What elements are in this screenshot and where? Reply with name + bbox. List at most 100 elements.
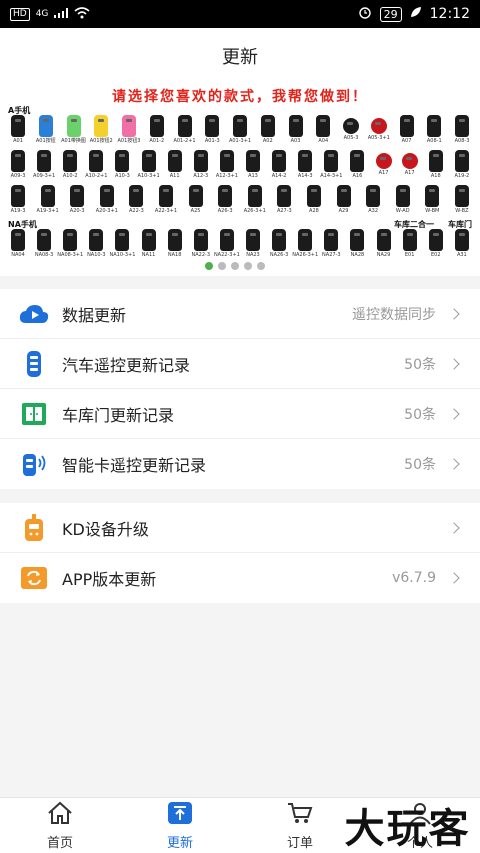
key-fob-icon (272, 150, 287, 172)
key-fob-caption: A05-3+1 (367, 135, 390, 141)
list-item-data-update[interactable]: 数据更新 遥控数据同步 (0, 289, 480, 339)
key-fob-caption: A31 (456, 252, 467, 258)
key-fob-caption: NA22-3+1 (213, 252, 240, 258)
key-fob-item: A26-3 (215, 185, 235, 217)
key-fob-item: NA18 (165, 229, 185, 261)
key-fob-icon (11, 185, 25, 207)
key-fob-item: A09-3+1 (33, 150, 55, 182)
key-fob-icon (188, 185, 203, 207)
key-fob-caption: A17 (404, 170, 415, 176)
key-fob-icon (245, 229, 260, 251)
key-fob-icon (245, 150, 260, 172)
key-fob-icon (129, 185, 144, 207)
key-fob-icon (219, 229, 234, 251)
tab-home[interactable]: 首页 (0, 798, 120, 853)
carousel-dot[interactable] (205, 262, 213, 270)
key-fob-icon (70, 185, 85, 207)
key-fob-icon (247, 185, 262, 207)
hd-indicator: HD (10, 7, 30, 21)
chevron-right-icon (448, 407, 460, 420)
battery-level: 29 (379, 6, 402, 22)
key-fob-icon (167, 150, 182, 172)
key-fob-icon (350, 150, 365, 172)
key-fob-icon (89, 229, 104, 251)
item-label: APP版本更新 (62, 570, 157, 589)
wifi-icon (74, 6, 90, 22)
key-fob-caption: A26-3+1 (243, 208, 266, 214)
key-fob-caption: A03 (290, 138, 301, 144)
key-fob-item: NA29 (374, 229, 394, 261)
key-fob-item: A19-2 (452, 150, 472, 182)
key-fob-caption: NA29 (376, 252, 391, 258)
key-fob-item: A20-3+1 (96, 185, 118, 217)
key-fob-icon (316, 115, 331, 137)
item-label: 数据更新 (62, 305, 127, 325)
key-fob-icon (11, 229, 25, 251)
carousel-indicator (205, 262, 265, 270)
key-fob-caption: A11 (169, 173, 180, 179)
banner-carousel[interactable]: 请选择您喜欢的款式，我帮您做到！ A手机 A01 A01按钮 A01带换图 A01按钮… (0, 84, 480, 276)
key-fob-icon (350, 229, 365, 251)
list-item-smart-card-records[interactable]: 智能卡遥控更新记录 50条 (0, 439, 480, 489)
key-fob-item: A05-3+1 (367, 115, 390, 147)
key-fob-item: A10-3 (112, 150, 132, 182)
key-fob-caption: A01-3 (204, 138, 220, 144)
list-item-kd-upgrade[interactable]: KD设备升级 (0, 503, 480, 553)
key-fob-item: A05-3 (341, 115, 361, 147)
network-type: 4G (35, 9, 49, 19)
key-fob-item: W-BM (422, 185, 442, 217)
list-item-app-update[interactable]: APP版本更新 v6.7.9 (0, 553, 480, 603)
key-fob-item: A14-3+1 (320, 150, 343, 182)
key-fob-item: A14-2 (269, 150, 289, 182)
banner-row: A19-3 A19-3+1 A20-3 A20-3+1 A22-3 A22-3+1 A25 A… (8, 185, 472, 217)
chevron-right-icon (448, 572, 460, 584)
item-value: v6.7.9 (392, 570, 436, 586)
key-fob-caption: E02 (430, 252, 441, 258)
key-fob-item: A04 (313, 115, 333, 147)
key-fob-icon (376, 229, 391, 251)
alarm-icon (358, 5, 372, 23)
key-fob-item: A11 (165, 150, 185, 182)
key-fob-icon (288, 115, 303, 137)
banner-row: NA04 NA08-3 NA08-3+1 NA10-3 NA10-3+1 NA11 NA18… (8, 229, 472, 261)
list-item-garage-door-records[interactable]: 车库门更新记录 50条 (0, 389, 480, 439)
carousel-dot[interactable] (257, 262, 265, 270)
key-fob-caption: A08-1 (426, 138, 442, 144)
item-label: 智能卡遥控更新记录 (62, 456, 207, 475)
key-fob-caption: NA26-3+1 (292, 252, 319, 258)
tab-update[interactable]: 更新 (120, 798, 240, 853)
key-fob-item: A10-2+1 (85, 150, 107, 182)
key-fob-caption: A19-3+1 (36, 208, 59, 214)
key-fob-caption: NA04 (11, 252, 25, 258)
key-fob-icon (193, 150, 208, 172)
carousel-dot[interactable] (231, 262, 239, 270)
carousel-dot[interactable] (218, 262, 226, 270)
key-fob-item: NA10-3+1 (110, 229, 135, 261)
item-value: 50条 (404, 356, 436, 373)
key-fob-caption: A10-3+1 (137, 173, 160, 179)
banner-row: A01 A01按钮 A01带换图 A01按钮2 A01按钮3 A01-2 A01-2+1 A0… (8, 115, 472, 147)
key-fob-item: NA22-3 (191, 229, 211, 261)
key-fob-caption: NA08-3+1 (57, 252, 84, 258)
device-list: KD设备升级 APP版本更新 v6.7.9 (0, 503, 480, 603)
key-fob-icon (454, 150, 469, 172)
chevron-right-icon (448, 521, 460, 534)
banner-section-garage-combo: 车库二合一 (394, 220, 434, 229)
list-item-car-remote-records[interactable]: 汽车遥控更新记录 50条 (0, 339, 480, 389)
key-fob-item: NA08-3 (34, 229, 54, 261)
key-fob-item: A25 (186, 185, 206, 217)
key-fob-icon (428, 150, 443, 172)
key-fob-item: A19-3+1 (36, 185, 59, 217)
signal-icon (54, 7, 69, 21)
leaf-icon (410, 6, 422, 22)
key-fob-caption: A22-3 (128, 208, 144, 214)
key-fob-caption: A14-3+1 (320, 173, 343, 179)
key-fob-caption: A05-3 (343, 135, 359, 141)
key-fob-caption: A26-3 (217, 208, 233, 214)
key-fob-caption: NA11 (141, 252, 156, 258)
key-fob-caption: NA23 (246, 252, 260, 258)
key-fob-item: NA22-3+1 (213, 229, 240, 261)
key-fob-item: A09-3 (8, 150, 28, 182)
carousel-dot[interactable] (244, 262, 252, 270)
key-fob-icon (402, 229, 417, 251)
